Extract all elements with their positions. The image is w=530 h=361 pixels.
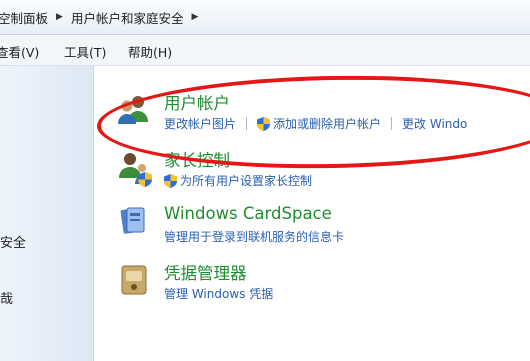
link-manage-windows-credentials[interactable]: 管理 Windows 凭据 [164, 285, 273, 302]
credential-manager-icon[interactable] [116, 262, 152, 298]
chevron-right-icon[interactable]: ▶ [191, 12, 198, 22]
breadcrumb-control-panel[interactable]: 空制面板 [0, 8, 48, 27]
cardspace-icon[interactable] [116, 203, 152, 239]
left-nav-link-security[interactable]: 安全 [0, 232, 26, 251]
menu-help[interactable]: 帮助(H) [128, 42, 172, 61]
left-nav-link-partial[interactable]: 哉 [0, 288, 13, 307]
address-bar[interactable]: 空制面板 ▶ 用户帐户和家庭安全 ▶ [0, 0, 530, 35]
chevron-right-icon[interactable]: ▶ [56, 12, 63, 22]
menu-view[interactable]: 查看(V) [0, 42, 39, 61]
category-links-cardspace: 管理用于登录到联机服务的信息卡 [164, 228, 344, 245]
breadcrumb-user-accounts-family-safety[interactable]: 用户帐户和家庭安全 [71, 8, 184, 27]
breadcrumb: 空制面板 ▶ 用户帐户和家庭安全 ▶ [0, 7, 206, 27]
uac-shield-icon [138, 172, 152, 187]
link-setup-parental-controls[interactable]: 为所有用户设置家长控制 [164, 172, 312, 189]
menu-tools[interactable]: 工具(T) [64, 42, 106, 61]
category-title-cardspace[interactable]: Windows CardSpace [164, 204, 332, 223]
menu-bar: 查看(V) 工具(T) 帮助(H) [0, 35, 530, 66]
category-title-credential-manager[interactable]: 凭据管理器 [164, 260, 247, 284]
link-setup-parental-controls-label: 为所有用户设置家长控制 [180, 174, 313, 188]
category-links-credential-manager: 管理 Windows 凭据 [164, 285, 273, 302]
uac-shield-icon [164, 173, 177, 188]
category-links-parental-controls: 为所有用户设置家长控制 [164, 172, 312, 189]
left-nav-pane: 安全 哉 [0, 66, 94, 361]
link-manage-information-cards[interactable]: 管理用于登录到联机服务的信息卡 [164, 228, 344, 245]
